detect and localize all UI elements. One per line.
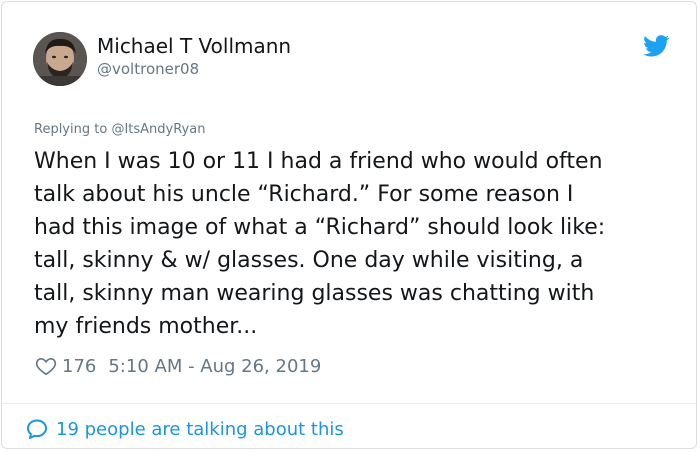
speech-bubble-icon [27,419,47,439]
replying-to-label: Replying to [34,122,112,137]
replying-to: Replying to @ItsAndyRyan [34,122,205,137]
divider [2,403,696,404]
reply-handle-link[interactable]: @ItsAndyRyan [111,122,205,137]
conversation-label[interactable]: 19 people are talking about this [56,419,344,440]
tweet-text: When I was 10 or 11 I had a friend who w… [34,149,606,339]
conversation-link[interactable]: 19 people are talking about this [25,415,344,443]
author-handle[interactable]: @voltroner08 [97,60,199,78]
avatar[interactable] [33,32,87,86]
twitter-bird-icon[interactable] [643,35,670,57]
like-count[interactable]: 176 [62,356,96,377]
author-name[interactable]: Michael T Vollmann [97,34,291,58]
heart-icon[interactable] [35,355,57,377]
avatar-photo [33,32,87,86]
timestamp[interactable]: 5:10 AM - Aug 26, 2019 [108,356,321,377]
tweet-meta: 176 5:10 AM - Aug 26, 2019 [35,352,321,380]
tweet-card: Michael T Vollmann @voltroner08 Replying… [1,1,697,449]
